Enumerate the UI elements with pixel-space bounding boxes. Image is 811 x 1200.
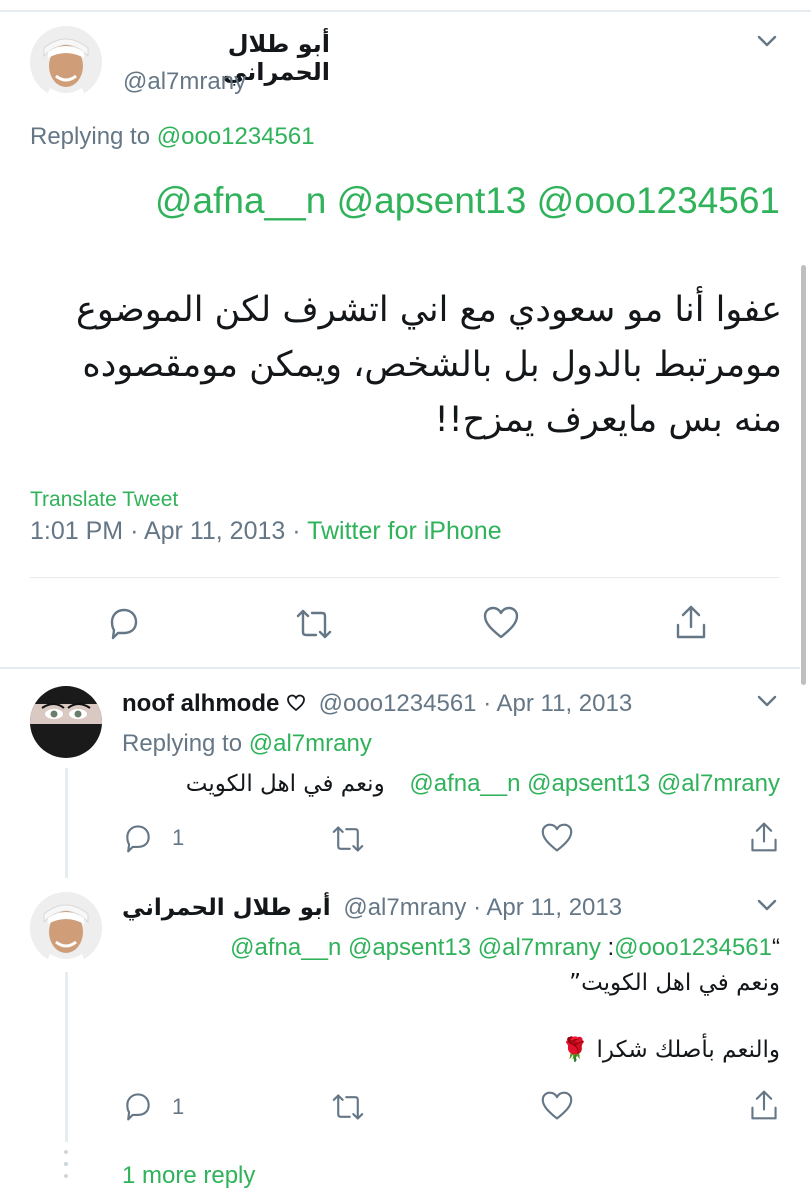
tweet-text: عفوا أنا مو سعودي مع اني اتشرف لكن الموض…	[20, 283, 782, 448]
scrollbar[interactable]	[801, 265, 806, 685]
chevron-down-icon[interactable]	[756, 898, 778, 912]
top-divider	[0, 10, 811, 12]
replying-to: Replying to @al7mrany	[122, 730, 372, 758]
chevron-down-icon[interactable]	[756, 34, 778, 48]
meta-separator: ·	[483, 690, 497, 717]
tweet-text-line: مومرتبط بالدول بل بالشخص، ويمكن مومقصوده	[82, 345, 782, 385]
reply-icon[interactable]	[122, 1090, 154, 1122]
thread-line	[65, 972, 68, 1142]
translate-tweet-link[interactable]: Translate Tweet	[30, 488, 178, 512]
tweet-date: Apr 11, 2013	[143, 517, 286, 545]
user-handle[interactable]: @al7mrany	[343, 894, 466, 921]
avatar[interactable]	[30, 26, 102, 98]
display-name[interactable]: noof alhmode	[122, 690, 279, 717]
display-name[interactable]: أبو طلال الحمراني	[122, 895, 331, 921]
avatar[interactable]	[30, 892, 102, 964]
heart-icon	[287, 694, 305, 712]
tweet-date[interactable]: Apr 11, 2013	[486, 894, 622, 921]
like-icon[interactable]	[482, 605, 520, 641]
avatar[interactable]	[30, 686, 102, 758]
reply-count: 1	[172, 825, 185, 850]
tweet-text: 🌹 والنعم بأصلك شكرا	[120, 1036, 780, 1063]
tweet-source-link[interactable]: Twitter for iPhone	[307, 517, 502, 545]
tweet-text-line: منه بس مايعرف يمزح!!	[434, 400, 782, 440]
retweet-icon[interactable]	[294, 606, 334, 642]
reply-icon[interactable]	[122, 822, 154, 854]
replying-handle-link[interactable]: @ooo1234561	[157, 123, 315, 150]
tweet-mentions[interactable]: @afna__n @apsent13 @al7mrany	[230, 934, 601, 961]
thread-line	[65, 768, 68, 878]
tweet-text-body: ونعم في اهل الكويت	[185, 771, 385, 797]
tweet-text: ونعم في اهل الكويت @afna__n @apsent13 @a…	[120, 770, 780, 798]
reply-count: 1	[172, 1094, 185, 1119]
like-icon[interactable]	[540, 1090, 574, 1122]
section-divider	[0, 667, 800, 669]
tweet-mentions[interactable]: @afna__n @apsent13 @ooo1234561	[100, 180, 780, 222]
meta-separator: ·	[292, 517, 308, 545]
like-icon[interactable]	[540, 822, 574, 854]
thread-dots	[64, 1150, 68, 1190]
share-icon[interactable]	[748, 820, 780, 854]
meta-separator: ·	[473, 894, 487, 921]
divider	[30, 577, 780, 578]
tweet-header: أبو طلال الحمراني @al7mrany · Apr 11, 20…	[122, 894, 622, 922]
user-handle[interactable]: @al7mrany	[123, 68, 246, 96]
tweet-text-body: والنعم بأصلك شكرا	[596, 1037, 780, 1063]
meta-separator: ·	[130, 517, 144, 545]
tweet-text-line: عفوا أنا مو سعودي مع اني اتشرف لكن الموض…	[76, 290, 782, 330]
tweet-date[interactable]: Apr 11, 2013	[497, 690, 633, 717]
replying-label: Replying to	[30, 123, 151, 150]
quote-open-mark: “	[772, 934, 780, 961]
tweet-header: noof alhmode @ooo1234561 · Apr 11, 2013	[122, 690, 632, 718]
quoted-line: @afna__n @apsent13 @al7mrany :@ooo123456…	[120, 934, 780, 962]
share-icon[interactable]	[748, 1088, 780, 1122]
more-replies-link[interactable]: 1 more reply	[122, 1162, 255, 1190]
chevron-down-icon[interactable]	[756, 694, 778, 708]
reply-icon[interactable]	[106, 605, 142, 641]
tweet-time: 1:01 PM	[30, 517, 124, 545]
user-handle[interactable]: @ooo1234561	[319, 690, 477, 717]
replying-handle-link[interactable]: @al7mrany	[249, 730, 372, 757]
tweet-mentions[interactable]: @afna__n @apsent13 @al7mrany	[409, 770, 780, 797]
replying-to: Replying to @ooo1234561	[30, 123, 315, 151]
tweet-meta: 1:01 PM · Apr 11, 2013 · Twitter for iPh…	[30, 517, 502, 546]
quoted-handle-link[interactable]: @ooo1234561	[614, 934, 772, 961]
retweet-icon[interactable]	[330, 1091, 366, 1123]
retweet-icon[interactable]	[330, 823, 366, 855]
quoted-text: ونعم في اهل الكويت”	[569, 970, 780, 996]
share-icon[interactable]	[673, 603, 709, 641]
rose-emoji: 🌹	[560, 1037, 590, 1063]
replying-label: Replying to	[122, 730, 243, 757]
